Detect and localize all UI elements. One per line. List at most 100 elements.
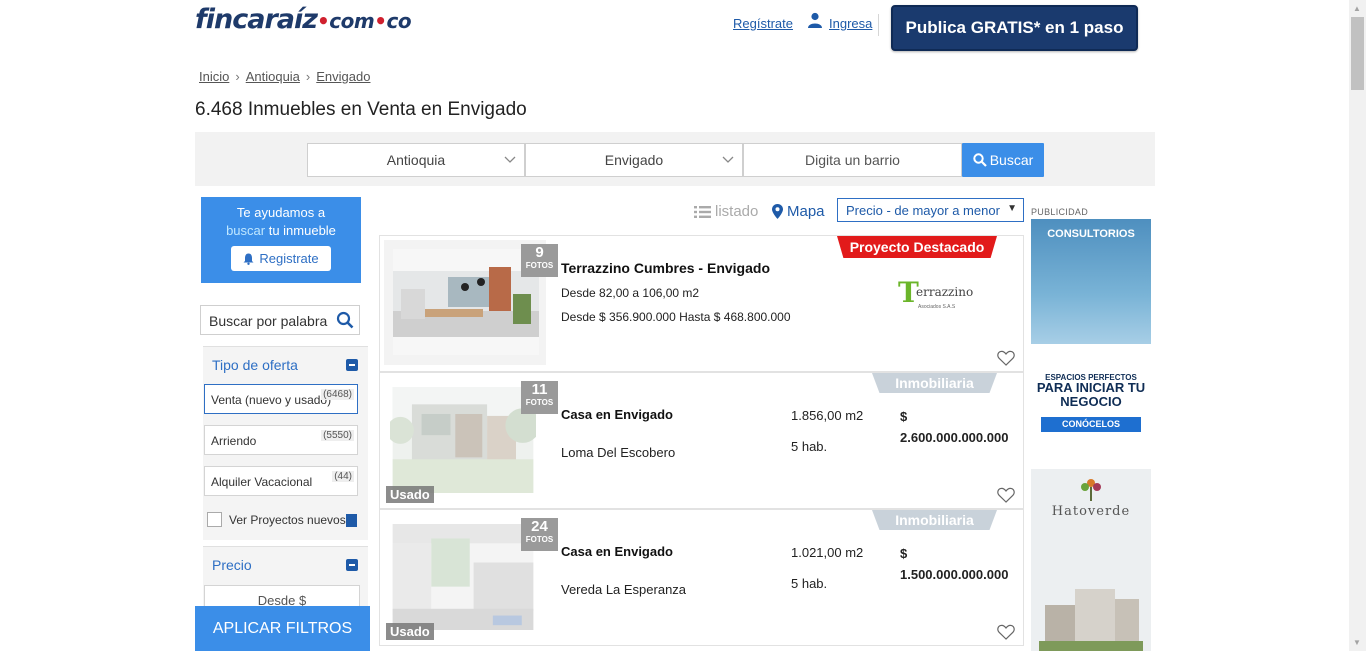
search-button[interactable]: Buscar <box>962 143 1044 177</box>
agency-ribbon: Inmobiliaria <box>872 373 997 393</box>
apply-filters-button[interactable]: APLICAR FILTROS <box>195 606 370 651</box>
hatoverde-logo <box>1081 479 1101 501</box>
photo-count-label: FOTOS <box>525 535 554 544</box>
search-icon[interactable] <box>336 311 354 329</box>
featured-project-ribbon: Proyecto Destacado <box>837 236 997 258</box>
price-header[interactable]: Precio <box>203 547 368 583</box>
photo-count-badge: 9 FOTOS <box>521 244 558 277</box>
listing-title[interactable]: Terrazzino Cumbres - Envigado <box>561 260 770 276</box>
map-view-toggle[interactable]: Mapa <box>772 203 825 220</box>
site-logo[interactable]: fincaraíz•com•co <box>195 4 412 35</box>
offer-option-count: (44) <box>332 471 354 482</box>
heart-icon[interactable] <box>997 350 1015 366</box>
listing-photo-frame: 9 FOTOS <box>384 240 558 365</box>
listing-type[interactable]: Casa en Envigado <box>561 544 673 559</box>
logo-com: com <box>329 9 375 33</box>
offer-option-label: Venta (nuevo y usado) <box>211 393 332 407</box>
breadcrumb-dept[interactable]: Antioquia <box>246 69 300 84</box>
bell-icon <box>243 253 254 265</box>
listing-rooms: 5 hab. <box>791 439 828 454</box>
listing-price: Desde $ 356.900.000 Hasta $ 468.800.000 <box>561 310 791 324</box>
scroll-up-arrow[interactable]: ▲ <box>1353 4 1361 13</box>
list-icon <box>694 205 711 218</box>
collapse-icon[interactable] <box>346 359 358 371</box>
projects-checkbox-label[interactable]: Ver Proyectos nuevos <box>229 513 346 527</box>
offer-option-vacation[interactable]: Alquiler Vacacional (44) <box>204 466 358 496</box>
chevron-down-icon <box>504 156 516 163</box>
heart-icon[interactable] <box>997 487 1015 503</box>
listing-area: Desde 82,00 a 106,00 m2 <box>561 286 700 300</box>
photo-count-badge: 11 FOTOS <box>521 381 558 414</box>
breadcrumb-home[interactable]: Inicio <box>199 69 229 84</box>
scrollbar-thumb[interactable] <box>1351 17 1364 90</box>
listing-photo[interactable] <box>390 387 536 493</box>
collapse-icon[interactable] <box>346 559 358 571</box>
ad-banner-image: CONSULTORIOS <box>1031 219 1151 344</box>
ad-banner-hatoverde[interactable]: Hatoverde <box>1031 469 1151 651</box>
photo-count-badge: 24 FOTOS <box>521 518 558 551</box>
builder-logo-sub: Asociados S.A.S <box>918 304 956 310</box>
search-button-label: Buscar <box>989 152 1034 168</box>
used-badge: Usado <box>386 623 434 640</box>
listing-photo[interactable] <box>390 524 536 630</box>
offer-type-title: Tipo de oferta <box>212 357 298 373</box>
listing-location: Loma Del Escobero <box>561 445 676 460</box>
sort-value: Precio - de mayor a menor <box>846 203 1000 218</box>
listing-photo-frame: 11 FOTOS Usado <box>384 377 558 503</box>
logo-main: fincaraíz <box>195 4 318 35</box>
ads-label: PUBLICIDAD <box>1031 207 1089 217</box>
page-title: 6.468 Inmuebles en Venta en Envigado <box>195 99 527 120</box>
listing-photo[interactable] <box>393 249 539 355</box>
breadcrumb-separator: › <box>235 69 240 84</box>
publish-free-button[interactable]: Publica GRATIS* en 1 paso <box>891 5 1138 51</box>
listing-area: 1.856,00 m2 <box>791 408 864 423</box>
projects-checkbox[interactable] <box>207 512 222 527</box>
department-value: Antioquia <box>386 152 446 168</box>
listing-type[interactable]: Casa en Envigado <box>561 407 673 422</box>
listing-rooms: 5 hab. <box>791 576 828 591</box>
breadcrumb-city[interactable]: Envigado <box>316 69 370 84</box>
offer-option-label: Alquiler Vacacional <box>211 475 313 489</box>
keyword-search-input[interactable]: Buscar por palabra <box>200 305 360 335</box>
offer-option-sale[interactable]: Venta (nuevo y usado) (6468) <box>204 384 358 414</box>
heart-icon[interactable] <box>997 624 1015 640</box>
neighborhood-input[interactable]: Digita un barrio <box>743 143 962 177</box>
photo-count-label: FOTOS <box>525 261 554 270</box>
ad-banner-consultorios[interactable]: CONSULTORIOS ESPACIOS PERFECTOS PARA INI… <box>1031 219 1151 444</box>
ad-cta-button[interactable]: CONÓCELOS <box>1041 417 1141 432</box>
ad-building-image <box>1039 589 1143 651</box>
register-link[interactable]: Regístrate <box>733 16 793 31</box>
used-badge: Usado <box>386 486 434 503</box>
city-select[interactable]: Envigado <box>525 143 743 177</box>
offer-type-header[interactable]: Tipo de oferta <box>203 347 368 383</box>
ad-heading: CONSULTORIOS <box>1047 228 1135 240</box>
photo-count: 11 <box>531 381 548 398</box>
agency-ribbon: Inmobiliaria <box>872 510 997 530</box>
list-view-toggle[interactable]: listado <box>694 203 758 220</box>
help-highlight: buscar <box>226 223 266 238</box>
offer-option-rent[interactable]: Arriendo (5550) <box>204 425 358 455</box>
offer-option-count: (5550) <box>321 430 354 441</box>
header-divider <box>878 14 879 36</box>
department-select[interactable]: Antioquia <box>307 143 525 177</box>
listing-card[interactable]: 9 FOTOS Proyecto Destacado Terrazzino Cu… <box>379 235 1024 372</box>
listing-currency: $ <box>900 546 908 561</box>
builder-logo-text: errazzino <box>916 285 974 299</box>
map-view-label: Mapa <box>787 203 825 220</box>
neighborhood-placeholder: Digita un barrio <box>805 152 900 168</box>
scrollbar[interactable] <box>1349 0 1366 651</box>
listing-card[interactable]: 24 FOTOS Usado Inmobiliaria Casa en Envi… <box>379 509 1024 646</box>
listing-currency: $ <box>900 409 908 424</box>
scroll-down-arrow[interactable]: ▼ <box>1353 638 1361 647</box>
login-link[interactable]: Ingresa <box>829 16 872 31</box>
price-title: Precio <box>212 557 252 573</box>
listing-card[interactable]: 11 FOTOS Usado Inmobiliaria Casa en Envi… <box>379 372 1024 509</box>
listing-location: Vereda La Esperanza <box>561 582 687 597</box>
logo-co: co <box>386 9 412 33</box>
offer-option-label: Arriendo <box>211 434 257 448</box>
builder-logo[interactable]: T errazzino Asociados S.A.S <box>898 276 973 316</box>
page: fincaraíz•com•co Regístrate Ingresa Publ… <box>0 0 1366 651</box>
sort-select[interactable]: Precio - de mayor a menor ▼ <box>837 198 1024 222</box>
offer-option-count: (6468) <box>321 389 354 400</box>
register-help-button[interactable]: Registrate <box>231 246 331 271</box>
